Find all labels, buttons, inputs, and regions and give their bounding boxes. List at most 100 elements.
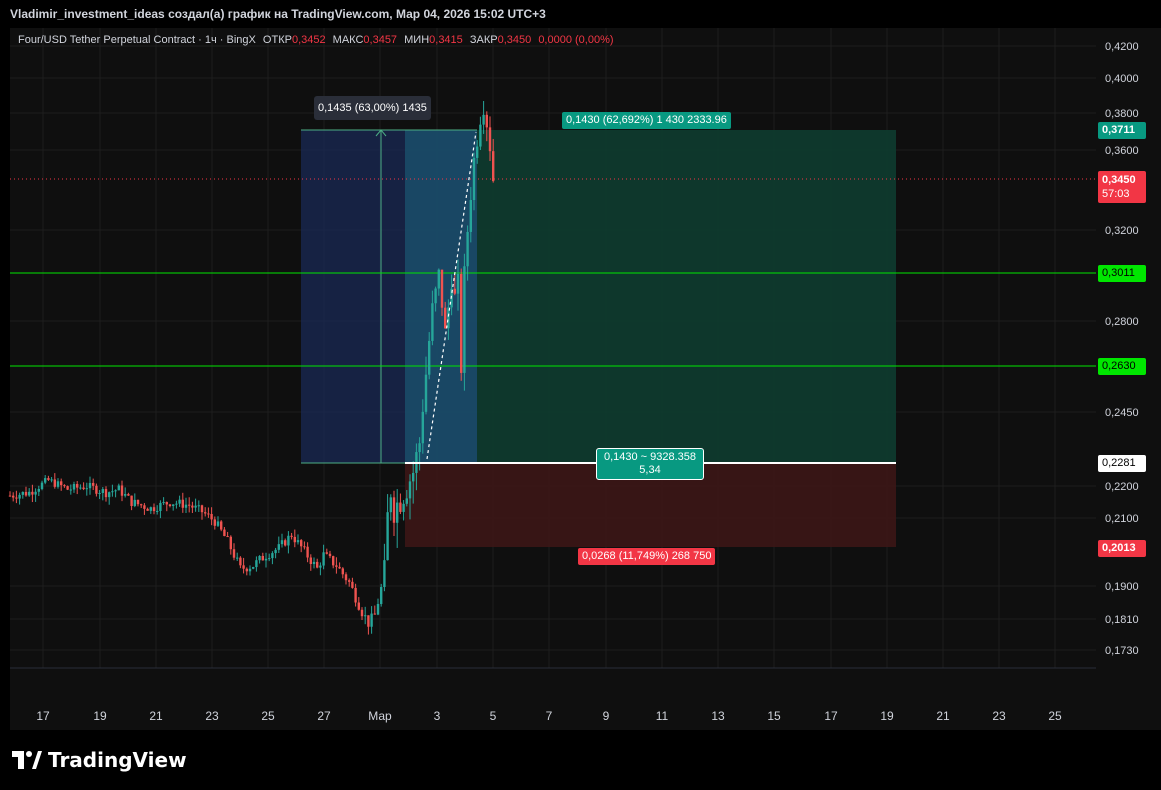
candle-body (328, 553, 332, 557)
candle-body (207, 513, 210, 515)
candle-body (389, 497, 392, 513)
candle-body (348, 580, 351, 582)
y-tick-label: 0,1810 (1105, 614, 1139, 626)
y-tick-label: 0,2100 (1105, 513, 1139, 525)
x-tick-label: 27 (317, 709, 331, 723)
candle-body (488, 127, 492, 152)
candle-body (124, 494, 127, 496)
stop-label: 0,0268 (11,749%) 268 750 (578, 548, 716, 565)
candle-body (434, 288, 437, 304)
candle-body (111, 491, 114, 493)
candle-body (312, 561, 316, 565)
candle-body (367, 615, 370, 627)
candle-body (364, 615, 367, 617)
y-tick-label: 0,2450 (1105, 407, 1139, 419)
candle-body (280, 540, 284, 545)
x-tick-label: 3 (434, 709, 441, 723)
candle-body (370, 613, 373, 627)
candle-body (354, 587, 357, 603)
candle-body (466, 231, 469, 267)
candle-body (383, 560, 386, 588)
candle-body (66, 486, 69, 490)
candle-body (373, 613, 376, 615)
candle-body (152, 507, 156, 512)
candle-body (386, 512, 389, 561)
x-tick-label: 21 (149, 709, 163, 723)
candle-body (277, 544, 280, 550)
candle-body (236, 557, 239, 559)
candle-body (424, 374, 428, 412)
candle-body (242, 565, 245, 569)
candle-body (92, 482, 95, 486)
measure-label: 0,1435 (63,00%) 1435 (314, 96, 431, 120)
candle-body (476, 146, 479, 158)
candle-body (88, 482, 92, 489)
low-value: 0,3415 (429, 34, 463, 46)
candle-body (76, 484, 79, 488)
x-tick-label: 11 (656, 709, 669, 723)
symbol-legend: Four/USD Tether Perpetual Contract · 1ч … (18, 34, 618, 46)
current-price-tag: 0,3450 57:03 (1098, 171, 1146, 203)
candle-body (191, 505, 194, 508)
candle-body (402, 503, 405, 512)
candle-body (309, 557, 312, 565)
candle-body (188, 504, 191, 506)
candle-body (239, 557, 242, 566)
candle-body (56, 481, 60, 487)
candle-body (469, 200, 472, 232)
candle-body (290, 535, 293, 537)
candle-body (37, 488, 40, 492)
candle-body (34, 491, 37, 495)
candle-body (149, 507, 152, 511)
candle-body (261, 555, 264, 561)
candle-body (31, 491, 34, 495)
close-value: 0,3450 (497, 34, 532, 46)
candle-body (396, 502, 399, 523)
x-tick-label: Мар (368, 709, 392, 723)
candle-body (357, 602, 360, 610)
price-chart[interactable]: 17 19 21 23 25 27 Мар 3 5 7 9 11 13 15 17 19 21 23 25 0,420… (0, 0, 1161, 732)
candle-body (492, 151, 495, 182)
candle-body (255, 560, 258, 568)
candle-body (50, 479, 53, 481)
x-tick-label: 25 (261, 709, 275, 723)
candle-body (456, 274, 460, 294)
candle-body (485, 114, 488, 128)
x-tick-label: 15 (767, 709, 781, 723)
candle-body (114, 490, 117, 492)
candle-body (172, 504, 175, 507)
candle-body (184, 504, 188, 508)
countdown-value: 57:03 (1102, 188, 1130, 200)
candle-body (72, 484, 76, 490)
candle-body (444, 307, 447, 329)
y-tick-label: 0,3800 (1105, 108, 1139, 120)
candle-body (264, 558, 268, 561)
candle-body (178, 499, 181, 504)
candle-body (210, 513, 213, 520)
candle-body (405, 498, 408, 504)
candle-body (204, 512, 207, 514)
candle-body (156, 510, 159, 512)
candle-body (108, 492, 111, 498)
candle-body (146, 508, 149, 511)
candle-body (232, 549, 236, 558)
candle-body (319, 565, 322, 568)
candle-body (44, 478, 47, 483)
x-tick-label: 25 (1048, 709, 1062, 723)
candle-body (268, 558, 271, 560)
entry-label-line1: 0,1430 ~ 9328.358 (603, 451, 697, 463)
candle-body (104, 489, 108, 498)
candle-body (431, 303, 434, 341)
candle-body (293, 536, 296, 543)
candle-body (79, 487, 82, 489)
target-price-tag: 0,3711 (1098, 122, 1146, 139)
candle-body (325, 552, 328, 554)
candle-body (24, 491, 28, 496)
hline2-price-tag: 0,2630 (1098, 358, 1146, 375)
candle-body (341, 568, 344, 575)
candle-body (284, 540, 287, 546)
tradingview-logo[interactable]: TradingView (12, 748, 187, 772)
y-tick-label: 0,3600 (1105, 145, 1139, 157)
entry-label[interactable]: 0,1430 ~ 9328.358 5,34 (596, 448, 704, 480)
candle-body (127, 494, 130, 496)
